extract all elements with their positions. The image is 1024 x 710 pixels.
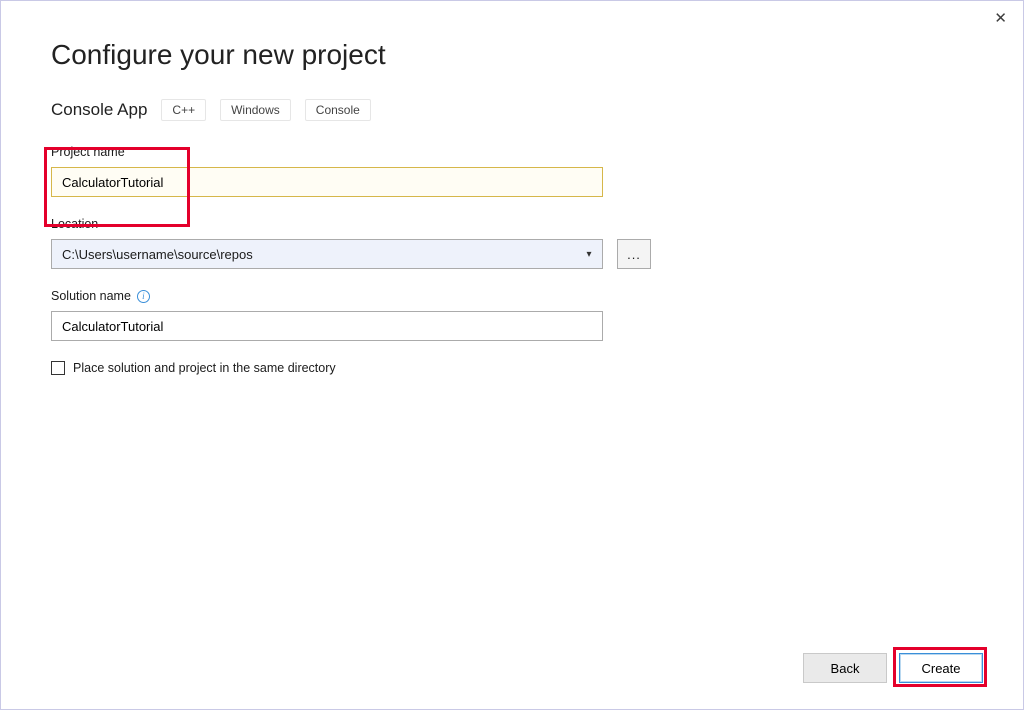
- same-directory-label: Place solution and project in the same d…: [73, 361, 336, 375]
- tag-cpp: C++: [161, 99, 206, 121]
- solution-name-label: Solution name i: [51, 289, 973, 303]
- location-combobox[interactable]: C:\Users\username\source\repos ▾: [51, 239, 603, 269]
- close-icon[interactable]: ✕: [994, 11, 1007, 26]
- dialog-content: Configure your new project Console App C…: [1, 1, 1023, 375]
- same-directory-row: Place solution and project in the same d…: [51, 361, 973, 375]
- project-name-group: Project name: [51, 145, 973, 197]
- chevron-down-icon: ▾: [582, 249, 596, 260]
- location-group: Location C:\Users\username\source\repos …: [51, 217, 973, 269]
- template-row: Console App C++ Windows Console: [51, 99, 973, 121]
- info-icon[interactable]: i: [137, 290, 150, 303]
- location-value: C:\Users\username\source\repos: [62, 247, 582, 262]
- create-button[interactable]: Create: [899, 653, 983, 683]
- template-name: Console App: [51, 100, 147, 120]
- location-row: C:\Users\username\source\repos ▾ ...: [51, 239, 973, 269]
- dialog-window: ✕ Configure your new project Console App…: [0, 0, 1024, 710]
- back-button[interactable]: Back: [803, 653, 887, 683]
- solution-name-group: Solution name i: [51, 289, 973, 341]
- project-name-label: Project name: [51, 145, 973, 159]
- tag-windows: Windows: [220, 99, 291, 121]
- solution-name-label-text: Solution name: [51, 289, 131, 303]
- location-label: Location: [51, 217, 973, 231]
- solution-name-input[interactable]: [51, 311, 603, 341]
- page-title: Configure your new project: [51, 39, 973, 71]
- dialog-button-row: Back Create: [803, 653, 983, 683]
- same-directory-checkbox[interactable]: [51, 361, 65, 375]
- project-name-input[interactable]: [51, 167, 603, 197]
- tag-console: Console: [305, 99, 371, 121]
- browse-button[interactable]: ...: [617, 239, 651, 269]
